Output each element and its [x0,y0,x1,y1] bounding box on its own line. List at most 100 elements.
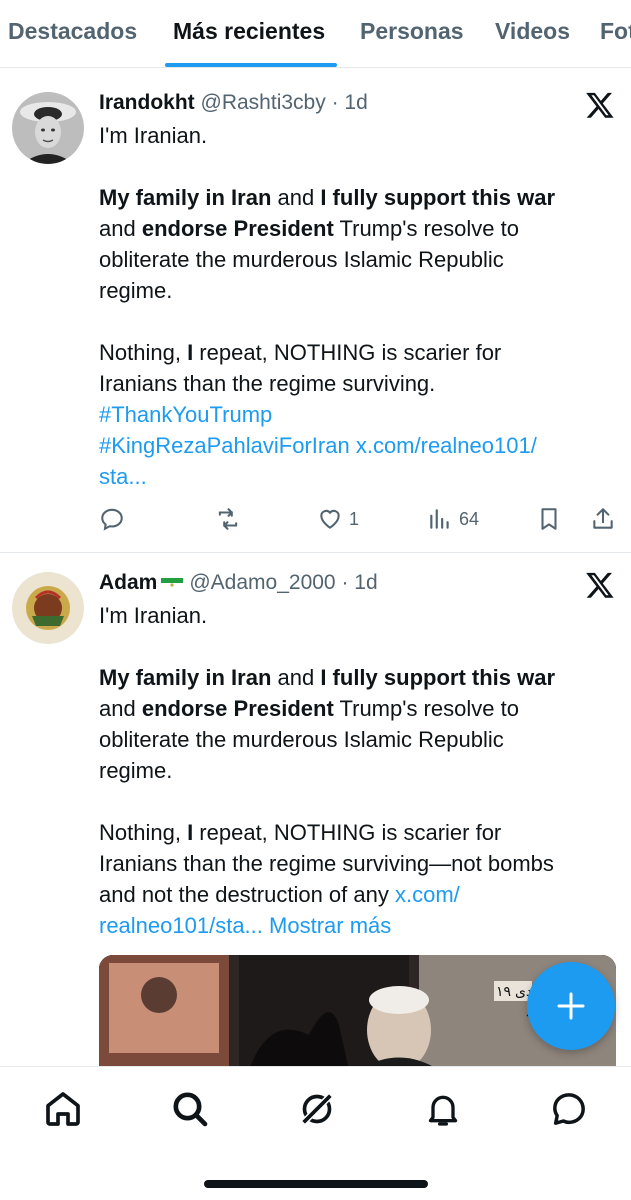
text-segment: Trump's resolve to [333,696,519,721]
post-text-line: I'm Iranian. [99,600,609,631]
post-text-line: Nothing, I repeat, NOTHING is scarier fo… [99,817,609,848]
post-text-line: #ThankYouTrump [99,399,609,430]
post-text-line: obliterate the murderous Islamic Republi… [99,724,609,755]
text-segment: and [99,216,142,241]
notifications-bell-icon[interactable] [423,1089,463,1129]
view-count: 64 [459,508,480,529]
post-text-line: #KingRezaPahlaviForIran x.com/realneo101… [99,430,609,461]
post-text-line: I'm Iranian. [99,120,609,151]
compose-plus-icon [557,992,585,1020]
text-segment: I'm Iranian. [99,603,208,628]
home-icon[interactable] [43,1089,83,1129]
text-segment: I fully support this war [320,665,556,690]
author-handle[interactable]: @Rashti3cby [201,91,326,114]
tab-destacados[interactable]: Destacados [8,18,137,45]
tab-mas-recientes[interactable]: Más recientes [173,18,325,45]
text-segment: and [271,185,321,210]
text-link[interactable]: realneo101/sta... [99,913,263,938]
iran-flag-icon [161,573,184,587]
author-name[interactable]: Adam [99,571,157,594]
compose-button[interactable] [527,962,615,1050]
active-tab-indicator [165,63,337,67]
post-text-line: and endorse President Trump's resolve to [99,213,609,244]
avatar[interactable] [12,92,84,164]
post-text-line: Iranians than the regime surviving—not b… [99,848,609,879]
text-segment: and [99,696,142,721]
author-handle[interactable]: @Adamo_2000 [189,571,335,594]
heart-icon [320,509,340,529]
home-indicator [204,1180,428,1188]
text-link[interactable]: Mostrar más [263,913,391,938]
hashtag-link[interactable]: #KingRezaPahlaviForIran [99,433,350,458]
text-segment: My family in Iran [99,185,272,210]
text-segment: endorse President [141,696,334,721]
reply-icon [101,508,123,531]
views-chart-icon [430,509,449,529]
post-text-line: regime. [99,275,609,306]
x-logo-icon [586,572,614,598]
post-text-line: and endorse President Trump's resolve to [99,693,609,724]
post-text-line: realneo101/sta... Mostrar más [99,910,609,941]
post-actions: 1 64 [99,502,619,536]
text-segment: and [271,665,321,690]
tab-personas[interactable]: Personas [360,18,464,45]
post-divider [0,552,631,553]
post-time: · 1d [341,571,378,594]
grok-icon[interactable] [297,1089,337,1129]
text-segment: repeat, NOTHING is scarier for [193,340,502,365]
text-segment: repeat, NOTHING is scarier for [193,820,502,845]
text-segment: and not the destruction of any [99,882,395,907]
post-header: Adam @Adamo_2000 · 1d [99,570,378,596]
post-text-line: regime. [99,755,609,786]
tab-videos[interactable]: Videos [495,18,570,45]
x-logo-icon [586,92,614,118]
bookmark-icon [541,508,557,530]
text-segment: Iranians than the regime surviving. [99,371,436,396]
text-link[interactable]: x.com/realneo101/ [356,433,537,458]
post-header: Irandokht @Rashti3cby · 1d [99,90,368,116]
post-time: · 1d [331,91,368,114]
author-name[interactable]: Irandokht [99,91,195,114]
text-segment: obliterate the murderous Islamic Republi… [99,727,504,752]
text-link[interactable]: x.com/ [395,882,460,907]
post-text-line: sta... [99,461,609,492]
post-text: I'm Iranian. My family in Iran and I full… [99,120,609,492]
messages-icon[interactable] [549,1089,589,1129]
text-segment: regime. [99,758,173,783]
text-segment: regime. [99,278,173,303]
text-segment: obliterate the murderous Islamic Republi… [99,247,504,272]
text-segment: endorse President [141,216,334,241]
text-link[interactable]: sta... [99,464,147,489]
text-segment: Trump's resolve to [333,216,519,241]
search-icon[interactable] [170,1089,210,1129]
post-text-line: and not the destruction of any x.com/ [99,879,609,910]
text-segment: My family in Iran [99,665,272,690]
post-text: I'm Iranian. My family in Iran and I full… [99,600,609,941]
post-text-line: Iranians than the regime surviving. [99,368,609,399]
views-button[interactable]: 64 [427,502,479,536]
post-text-line: My family in Iran and I fully support th… [99,182,609,213]
hashtag-link[interactable]: #ThankYouTrump [99,402,272,427]
text-segment: I'm Iranian. [99,123,208,148]
text-segment: Iranians than the regime surviving—not b… [99,851,554,876]
repost-button[interactable] [215,502,241,536]
tab-fotos[interactable]: Fot [600,18,631,45]
post-text-line: My family in Iran and I fully support th… [99,662,609,693]
avatar[interactable] [12,572,84,644]
post-text-line: Nothing, I repeat, NOTHING is scarier fo… [99,337,609,368]
text-segment: Nothing, [99,820,188,845]
text-segment: Nothing, [99,340,188,365]
reply-button[interactable] [99,502,125,536]
post-text-line: obliterate the murderous Islamic Republi… [99,244,609,275]
search-tabs: Destacados Más recientes Personas Videos… [0,0,631,68]
text-segment: I fully support this war [320,185,556,210]
bookmark-button[interactable] [536,502,562,536]
like-count: 1 [349,508,360,529]
like-button[interactable]: 1 [317,502,359,536]
share-button[interactable] [590,502,616,536]
repost-icon [218,508,238,530]
